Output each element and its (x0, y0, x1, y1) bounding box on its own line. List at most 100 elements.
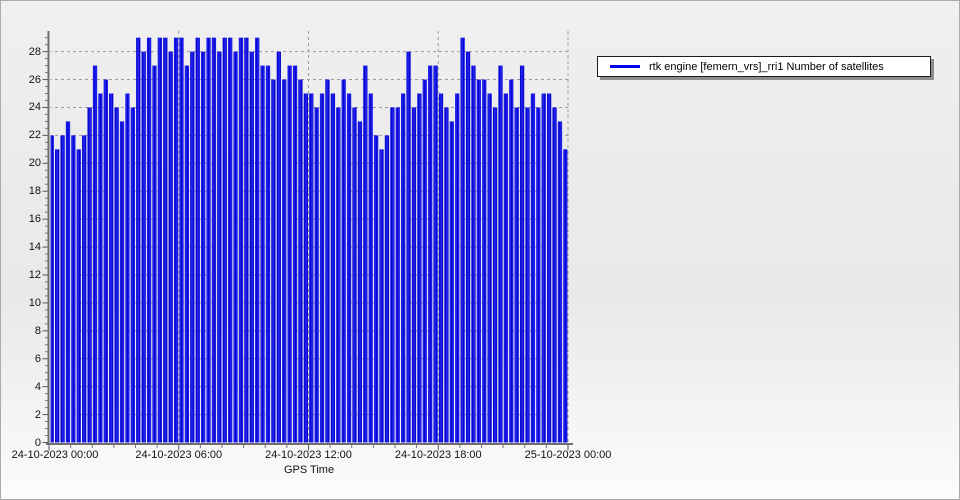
y-tick-label: 16 (7, 213, 41, 225)
data-bar (455, 94, 459, 443)
data-bar (82, 135, 86, 442)
x-axis-title: GPS Time (284, 464, 334, 476)
data-bar (304, 94, 308, 443)
data-bar (542, 94, 546, 443)
data-bar (374, 135, 378, 442)
data-bar (293, 66, 297, 443)
data-bar (347, 94, 351, 443)
data-bar (488, 94, 492, 443)
data-bar (531, 94, 535, 443)
data-bar (179, 38, 183, 443)
y-tick-label: 18 (7, 185, 41, 197)
data-bar (131, 107, 135, 442)
data-bar (169, 52, 173, 443)
legend-line-swatch (610, 65, 640, 68)
y-tick-label: 8 (7, 325, 41, 337)
data-bar (352, 107, 356, 442)
data-bar (525, 107, 529, 442)
data-bar (433, 66, 437, 443)
data-bar (147, 38, 151, 443)
y-tick-label: 28 (7, 46, 41, 58)
y-tick-label: 24 (7, 101, 41, 113)
data-bar (417, 94, 421, 443)
data-bar (260, 66, 264, 443)
data-bar (342, 80, 346, 443)
data-bar (152, 66, 156, 443)
x-tick-label: 25-10-2023 00:00 (525, 449, 612, 461)
data-bar (428, 66, 432, 443)
data-bar (55, 149, 59, 442)
data-bar (552, 107, 556, 442)
data-bar (379, 149, 383, 442)
data-bar (228, 38, 232, 443)
data-bar (142, 52, 146, 443)
y-tick-label: 0 (7, 437, 41, 449)
data-bar (287, 66, 291, 443)
data-bar (120, 121, 124, 442)
data-bar (98, 94, 102, 443)
legend-box[interactable]: rtk engine [femern_vrs]_rri1 Number of s… (597, 56, 931, 77)
data-bar (125, 94, 129, 443)
data-bar (558, 121, 562, 442)
data-bar (450, 121, 454, 442)
data-bar (239, 38, 243, 443)
data-bar (406, 52, 410, 443)
data-bar (87, 107, 91, 442)
x-tick-label: 24-10-2023 06:00 (135, 449, 222, 461)
data-bar (401, 94, 405, 443)
data-bar (217, 52, 221, 443)
data-bar (363, 66, 367, 443)
data-bar (66, 121, 70, 442)
x-tick-label: 24-10-2023 18:00 (395, 449, 482, 461)
y-tick-label: 26 (7, 74, 41, 86)
data-bar (396, 107, 400, 442)
legend-series-label: rtk engine [femern_vrs]_rri1 Number of s… (649, 61, 884, 73)
data-bar (385, 135, 389, 442)
data-bar (212, 38, 216, 443)
y-tick-label: 10 (7, 297, 41, 309)
data-bar (515, 107, 519, 442)
data-bar (201, 52, 205, 443)
data-bar (233, 52, 237, 443)
data-bar (266, 66, 270, 443)
data-bar (185, 66, 189, 443)
data-bar (358, 121, 362, 442)
data-bar (547, 94, 551, 443)
data-bar (460, 38, 464, 443)
data-bar (158, 38, 162, 443)
data-bar (423, 80, 427, 443)
data-bar (504, 94, 508, 443)
y-tick-label: 4 (7, 381, 41, 393)
data-bar (282, 80, 286, 443)
data-bar (439, 94, 443, 443)
data-bar (250, 52, 254, 443)
y-tick-label: 12 (7, 269, 41, 281)
data-bar (271, 80, 275, 443)
y-tick-label: 6 (7, 353, 41, 365)
data-bar (482, 80, 486, 443)
data-bar (325, 80, 329, 443)
data-bar (244, 38, 248, 443)
data-bar (509, 80, 513, 443)
data-bar (563, 149, 567, 442)
data-bar (136, 38, 140, 443)
data-bar (369, 94, 373, 443)
y-tick-label: 14 (7, 241, 41, 253)
data-bar (315, 107, 319, 442)
data-bar (493, 107, 497, 442)
data-bar (174, 38, 178, 443)
data-bar (309, 94, 313, 443)
data-bar (206, 38, 210, 443)
x-tick-label: 24-10-2023 12:00 (265, 449, 352, 461)
data-bar (336, 107, 340, 442)
data-bar (196, 38, 200, 443)
data-bar (223, 38, 227, 443)
data-bar (71, 135, 75, 442)
y-tick-label: 2 (7, 409, 41, 421)
data-bar (298, 80, 302, 443)
data-bar (536, 107, 540, 442)
chart-window: 0246810121416182022242628 24-10-2023 00:… (0, 0, 960, 500)
data-bar (444, 107, 448, 442)
data-bar (114, 107, 118, 442)
data-bar (390, 107, 394, 442)
